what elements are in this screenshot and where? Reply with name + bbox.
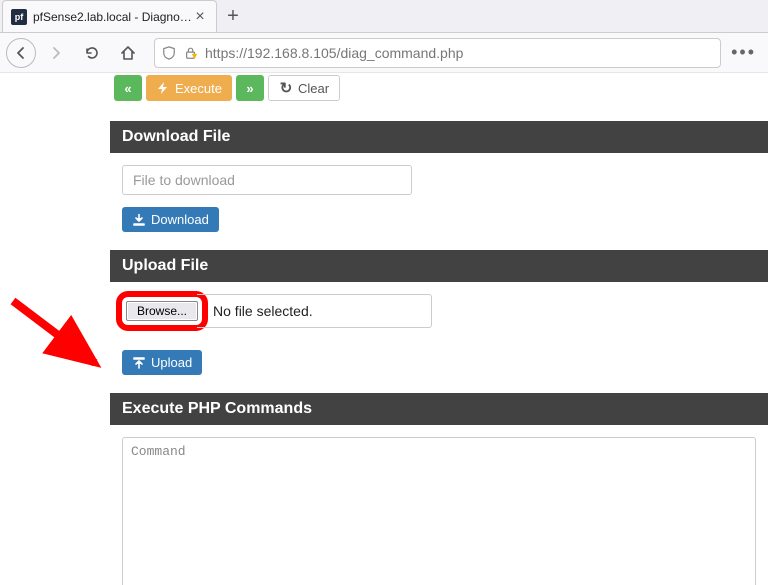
annotation-highlight: Browse... bbox=[122, 297, 202, 325]
annotation-arrow bbox=[0, 291, 115, 381]
chevron-right-icon: » bbox=[246, 81, 253, 96]
reload-icon bbox=[84, 45, 100, 61]
browser-tab-bar: pf pfSense2.lab.local - Diagnostics × + bbox=[0, 0, 768, 33]
back-icon bbox=[13, 45, 29, 61]
page-viewport: « Execute » ↻ Clear Download File bbox=[0, 73, 768, 585]
execute-label: Execute bbox=[175, 81, 222, 96]
lock-warning-icon bbox=[183, 45, 199, 61]
tab-favicon: pf bbox=[11, 9, 27, 25]
back-button[interactable] bbox=[6, 38, 36, 68]
clear-label: Clear bbox=[298, 81, 329, 96]
chevron-left-icon: « bbox=[124, 81, 131, 96]
browser-tab[interactable]: pf pfSense2.lab.local - Diagnostics × bbox=[2, 0, 217, 32]
download-icon bbox=[132, 213, 146, 227]
home-icon bbox=[120, 45, 136, 61]
upload-section-body: Browse... No file selected. Upload bbox=[110, 282, 768, 393]
forward-button bbox=[40, 37, 72, 69]
shield-icon bbox=[161, 45, 177, 61]
download-button[interactable]: Download bbox=[122, 207, 219, 232]
new-tab-button[interactable]: + bbox=[217, 0, 249, 32]
download-section-body: Download bbox=[110, 153, 768, 250]
clear-icon: ↻ bbox=[279, 81, 293, 95]
php-section-body bbox=[110, 425, 768, 585]
url-bar[interactable]: https://192.168.8.105/diag_command.php bbox=[154, 38, 721, 68]
menu-button[interactable]: ••• bbox=[731, 42, 762, 63]
clear-button[interactable]: ↻ Clear bbox=[268, 75, 340, 101]
php-section-header: Execute PHP Commands bbox=[110, 393, 768, 425]
upload-icon bbox=[132, 356, 146, 370]
bolt-icon bbox=[156, 81, 170, 95]
download-label: Download bbox=[151, 212, 209, 227]
home-button[interactable] bbox=[112, 37, 144, 69]
upload-button[interactable]: Upload bbox=[122, 350, 202, 375]
file-input-display[interactable]: No file selected. bbox=[197, 294, 432, 328]
tab-close-icon[interactable]: × bbox=[192, 9, 208, 25]
php-command-textarea[interactable] bbox=[122, 437, 756, 585]
download-path-input[interactable] bbox=[122, 165, 412, 195]
upload-section-header: Upload File bbox=[110, 250, 768, 282]
url-text: https://192.168.8.105/diag_command.php bbox=[205, 45, 463, 61]
reload-button[interactable] bbox=[76, 37, 108, 69]
tab-title: pfSense2.lab.local - Diagnostics bbox=[33, 10, 192, 24]
upload-label: Upload bbox=[151, 355, 192, 370]
history-prev-button[interactable]: « bbox=[114, 75, 142, 101]
browse-button[interactable]: Browse... bbox=[126, 301, 198, 321]
forward-icon bbox=[48, 45, 64, 61]
command-toolbar: « Execute » ↻ Clear bbox=[110, 75, 768, 101]
browser-nav-bar: https://192.168.8.105/diag_command.php •… bbox=[0, 33, 768, 73]
download-section-header: Download File bbox=[110, 121, 768, 153]
execute-button[interactable]: Execute bbox=[146, 75, 232, 101]
history-next-button[interactable]: » bbox=[236, 75, 264, 101]
file-selected-label: No file selected. bbox=[199, 303, 313, 319]
